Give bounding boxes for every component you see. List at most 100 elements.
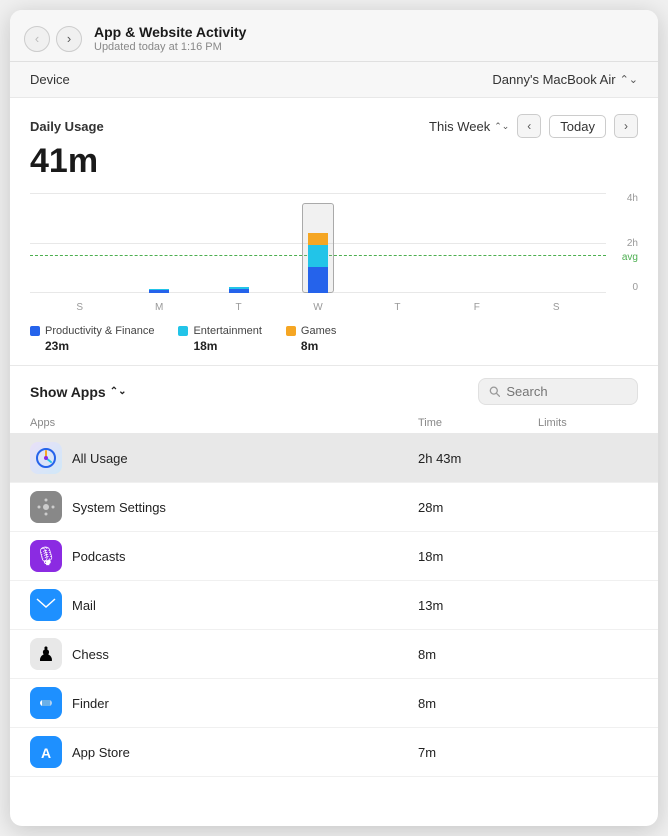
app-name-all-usage: All Usage [72, 451, 128, 466]
bar-seg-prod-t1 [229, 289, 249, 293]
content-area: Daily Usage This Week ⌃⌄ ‹ Today › 41m 4… [10, 98, 658, 826]
app-time-finder: 8m [418, 696, 538, 711]
app-time-app-store: 7m [418, 745, 538, 760]
svg-text:A: A [41, 745, 51, 761]
legend-header-entertainment: Entertainment [178, 325, 261, 337]
app-cell-mail: Mail [30, 589, 418, 621]
titlebar: ‹ › App & Website Activity Updated today… [10, 10, 658, 62]
y-label-0: 0 [632, 282, 638, 293]
legend-time-productivity: 23m [45, 339, 154, 353]
legend-time-entertainment: 18m [193, 339, 261, 353]
back-button[interactable]: ‹ [24, 26, 50, 52]
today-button[interactable]: Today [549, 115, 606, 138]
app-row-app-store[interactable]: A App Store 7m [10, 728, 658, 777]
app-row-podcasts[interactable]: 🎙 Podcasts 18m [10, 532, 658, 581]
bar-seg-prod-m [149, 290, 169, 293]
app-time-all-usage: 2h 43m [418, 451, 538, 466]
show-apps-button[interactable]: Show Apps ⌃⌄ [30, 384, 126, 400]
app-icon-podcasts: 🎙 [30, 540, 62, 572]
legend-time-games: 8m [301, 339, 336, 353]
bars-area [30, 193, 606, 293]
app-icon-all-usage [30, 442, 62, 474]
app-name-finder: Finder [72, 696, 109, 711]
title-area: App & Website Activity Updated today at … [94, 24, 640, 53]
app-time-mail: 13m [418, 598, 538, 613]
bar-seg-prod-w [308, 267, 328, 293]
app-row-finder[interactable]: Finder 8m [10, 679, 658, 728]
legend-name-entertainment: Entertainment [193, 325, 261, 337]
col-header-time: Time [418, 417, 538, 429]
next-period-button[interactable]: › [614, 114, 638, 138]
window-subtitle: Updated today at 1:16 PM [94, 41, 640, 53]
apps-section: Show Apps ⌃⌄ Apps Time Limits [10, 366, 658, 777]
bar-seg-games-w [308, 233, 328, 245]
x-label-t2: T [358, 302, 437, 313]
legend-dot-games [286, 326, 296, 336]
app-cell-finder: Finder [30, 687, 418, 719]
app-time-podcasts: 18m [418, 549, 538, 564]
forward-button[interactable]: › [56, 26, 82, 52]
bar-col-w [278, 193, 357, 293]
daily-usage-label: Daily Usage [30, 119, 104, 134]
app-row-all-usage[interactable]: All Usage 2h 43m [10, 434, 658, 483]
app-row-chess[interactable]: ♟ Chess 8m [10, 630, 658, 679]
col-header-limits: Limits [538, 417, 638, 429]
col-header-apps: Apps [30, 417, 418, 429]
usage-amount: 41m [30, 142, 638, 181]
chart-legend: Productivity & Finance 23m Entertainment… [30, 325, 638, 353]
prev-period-button[interactable]: ‹ [517, 114, 541, 138]
y-axis-labels: 4h 2h 0 [610, 193, 638, 293]
bar-col-s2 [517, 193, 596, 293]
bar-col-s1 [40, 193, 119, 293]
app-name-chess: Chess [72, 647, 109, 662]
device-selector[interactable]: Danny's MacBook Air ⌃⌄ [492, 72, 638, 87]
search-input[interactable] [506, 384, 627, 399]
app-icon-mail [30, 589, 62, 621]
legend-item-games: Games 8m [286, 325, 336, 353]
bar-stack-m [149, 289, 169, 293]
bar-seg-ent-w [308, 245, 328, 267]
show-apps-label: Show Apps [30, 384, 106, 400]
time-controls: This Week ⌃⌄ ‹ Today › [429, 114, 638, 138]
show-apps-chevron-icon: ⌃⌄ [110, 386, 127, 397]
bar-chart: 4h 2h 0 avg [30, 193, 638, 313]
x-label-f: F [437, 302, 516, 313]
app-name-podcasts: Podcasts [72, 549, 125, 564]
app-cell-all-usage: All Usage [30, 442, 418, 474]
legend-dot-entertainment [178, 326, 188, 336]
bar-stack-t1 [229, 287, 249, 293]
time-period-label: This Week [429, 119, 490, 134]
legend-dot-productivity [30, 326, 40, 336]
app-icon-finder [30, 687, 62, 719]
app-row-system-settings[interactable]: System Settings 28m [10, 483, 658, 532]
app-cell-system-settings: System Settings [30, 491, 418, 523]
device-bar: Device Danny's MacBook Air ⌃⌄ [10, 62, 658, 98]
y-label-4h: 4h [627, 193, 638, 204]
app-icon-app-store: A [30, 736, 62, 768]
x-label-s2: S [517, 302, 596, 313]
legend-item-entertainment: Entertainment 18m [178, 325, 261, 353]
app-icon-system-settings [30, 491, 62, 523]
bar-stack-w [308, 233, 328, 293]
app-row-mail[interactable]: Mail 13m [10, 581, 658, 630]
bar-col-m [119, 193, 198, 293]
table-header: Apps Time Limits [10, 413, 658, 434]
chart-header: Daily Usage This Week ⌃⌄ ‹ Today › [30, 114, 638, 138]
app-cell-podcasts: 🎙 Podcasts [30, 540, 418, 572]
app-time-system-settings: 28m [418, 500, 538, 515]
search-box[interactable] [478, 378, 638, 405]
x-label-s1: S [40, 302, 119, 313]
app-time-chess: 8m [418, 647, 538, 662]
legend-header-games: Games [286, 325, 336, 337]
app-icon-chess: ♟ [30, 638, 62, 670]
chart-section: Daily Usage This Week ⌃⌄ ‹ Today › 41m 4… [10, 98, 658, 366]
x-axis-labels: S M T W T F S [30, 302, 606, 313]
app-name-app-store: App Store [72, 745, 130, 760]
legend-name-games: Games [301, 325, 336, 337]
app-name-mail: Mail [72, 598, 96, 613]
window-title: App & Website Activity [94, 24, 640, 40]
apps-toolbar: Show Apps ⌃⌄ [10, 366, 658, 413]
device-name: Danny's MacBook Air [492, 72, 615, 87]
back-icon: ‹ [35, 31, 39, 46]
time-period-selector[interactable]: This Week ⌃⌄ [429, 119, 509, 134]
